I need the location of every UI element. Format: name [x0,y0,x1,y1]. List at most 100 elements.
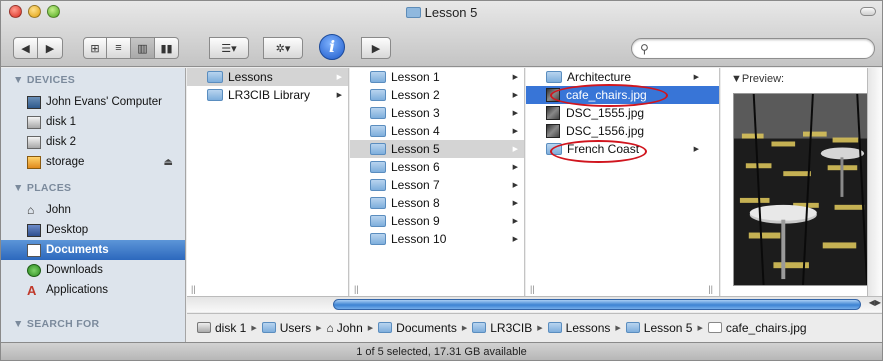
image-file-icon [546,88,560,102]
search-field[interactable]: ⚲ [631,38,875,59]
list-item[interactable]: LR3CIB Library ▶ [187,86,348,104]
column-1[interactable]: Lessons ▶ LR3CIB Library ▶ || [187,68,349,296]
quicklook-button[interactable]: ▶ [361,37,391,59]
search-for-header: ▼ SEARCH FOR [13,318,100,330]
folder-icon [370,143,386,155]
path-item[interactable]: LR3CIB [472,321,532,335]
image-file-icon [546,124,560,138]
path-separator-icon: ▶ [537,324,543,332]
column-resize-handle[interactable]: || [530,284,535,294]
path-item[interactable]: ⌂ John [326,321,362,335]
folder-icon [378,322,393,333]
list-view-button[interactable]: ≡ [107,37,131,59]
list-item[interactable]: DSC_1556.jpg [526,122,719,140]
places-header: ▼ PLACES [13,182,72,194]
column-view-button[interactable]: ▥ [131,37,155,59]
folder-icon [370,233,386,245]
path-item[interactable]: Lessons [547,321,610,335]
folder-icon [472,322,487,333]
path-item[interactable]: Lesson 5 [625,321,692,335]
sidebar-item-downloads[interactable]: Downloads [1,260,185,280]
sidebar-item-applications[interactable]: A Applications [1,280,185,300]
folder-icon [370,161,386,173]
sidebar: ▼ DEVICES John Evans' Computer disk 1 di… [1,68,186,344]
forward-button[interactable]: ▶ [38,37,63,59]
scroll-arrows-icon[interactable]: ◀▶ [869,298,881,307]
cafe-chairs-photo [734,94,874,285]
documents-icon [27,243,41,257]
path-separator-icon: ▶ [697,324,703,332]
column-resize-handle[interactable]: || [354,284,359,294]
quicklook-group: ▶ [361,37,391,59]
column-resize-handle[interactable]: || [708,284,713,294]
horizontal-scrollbar[interactable]: ◀▶ [187,296,882,312]
sidebar-item-computer[interactable]: John Evans' Computer [1,92,185,112]
back-button[interactable]: ◀ [13,37,38,59]
path-bar: disk 1 ▶ Users ▶ ⌂ John ▶ Documents ▶ LR3… [187,313,882,341]
folder-icon [625,322,640,333]
folder-icon [546,71,562,83]
disclosure-arrow-icon: ▶ [693,146,699,153]
sidebar-item-john[interactable]: ⌂ John [1,200,185,220]
disclosure-arrow-icon: ▶ [512,92,518,99]
list-item[interactable]: Lesson 3 ▶ [350,104,524,122]
folder-icon [546,143,562,155]
list-item[interactable]: Lesson 6 ▶ [350,158,524,176]
eject-icon[interactable]: ⏏ [164,157,173,168]
path-item[interactable]: cafe_chairs.jpg [707,321,807,335]
path-item[interactable]: Documents [378,321,457,335]
scrollbar-thumb[interactable] [333,299,861,310]
list-item[interactable]: Lesson 2 ▶ [350,86,524,104]
list-item[interactable]: Architecture ▶ [526,68,719,86]
action-gear-button[interactable]: ✲▾ [263,37,303,59]
get-info-button[interactable]: i [319,34,345,60]
folder-icon [261,322,276,333]
sidebar-item-disk2[interactable]: disk 2 [1,132,185,152]
column-3[interactable]: Architecture ▶ cafe_chairs.jpg DSC_1555.j… [526,68,720,296]
image-file-icon [546,106,560,120]
disclosure-arrow-icon: ▶ [512,164,518,171]
sidebar-item-documents[interactable]: Documents [1,240,185,260]
column-2[interactable]: Lesson 1 ▶ Lesson 2 ▶ Lesson 3 ▶ Lesson 4 ▶ … [350,68,525,296]
disclosure-arrow-icon: ▶ [336,74,342,81]
list-item[interactable]: Lesson 7 ▶ [350,176,524,194]
list-item[interactable]: Lesson 1 ▶ [350,68,524,86]
disclosure-arrow-icon: ▶ [512,128,518,135]
icon-view-button[interactable]: ⊞ [83,37,107,59]
arrange-button[interactable]: ☰▾ [209,37,249,59]
computer-icon [27,95,41,109]
disclosure-arrow-icon: ▶ [512,200,518,207]
path-separator-icon: ▶ [251,324,257,332]
sidebar-item-storage[interactable]: storage ⏏ [1,152,185,172]
folder-icon [370,89,386,101]
list-item[interactable]: French Coast ▶ [526,140,719,158]
folder-icon [370,107,386,119]
path-item[interactable]: Users [261,321,311,335]
disclosure-arrow-icon: ▶ [512,146,518,153]
folder-icon [370,71,386,83]
disclosure-arrow-icon: ▶ [512,236,518,243]
column-resize-handle[interactable]: || [191,284,196,294]
view-buttons: ⊞ ≡ ▥ ▮▮ [83,37,179,59]
list-item[interactable]: Lesson 9 ▶ [350,212,524,230]
list-item[interactable]: Lesson 5 ▶ [350,140,524,158]
list-item[interactable]: Lesson 8 ▶ [350,194,524,212]
toolbar-toggle-button[interactable] [860,7,876,16]
external-drive-icon [27,155,41,169]
sidebar-item-disk1[interactable]: disk 1 [1,112,185,132]
sidebar-item-desktop[interactable]: Desktop [1,220,185,240]
preview-label: ▼Preview: [731,73,785,85]
list-item[interactable]: cafe_chairs.jpg [526,86,719,104]
image-file-icon [707,322,722,333]
list-item[interactable]: Lessons ▶ [187,68,348,86]
path-separator-icon: ▶ [316,324,322,332]
list-item[interactable]: Lesson 10 ▶ [350,230,524,248]
path-item[interactable]: disk 1 [197,321,246,335]
list-item[interactable]: Lesson 4 ▶ [350,122,524,140]
coverflow-view-button[interactable]: ▮▮ [155,37,179,59]
downloads-icon [27,263,41,277]
preview-image [733,93,875,286]
list-item[interactable]: DSC_1555.jpg [526,104,719,122]
vertical-scrollbar[interactable] [867,68,882,296]
finder-window: Lesson 5 ◀ ▶ ⊞ ≡ ▥ ▮▮ ☰▾ ✲▾ i ▶ ⚲ ▼ DEVI… [0,0,883,361]
